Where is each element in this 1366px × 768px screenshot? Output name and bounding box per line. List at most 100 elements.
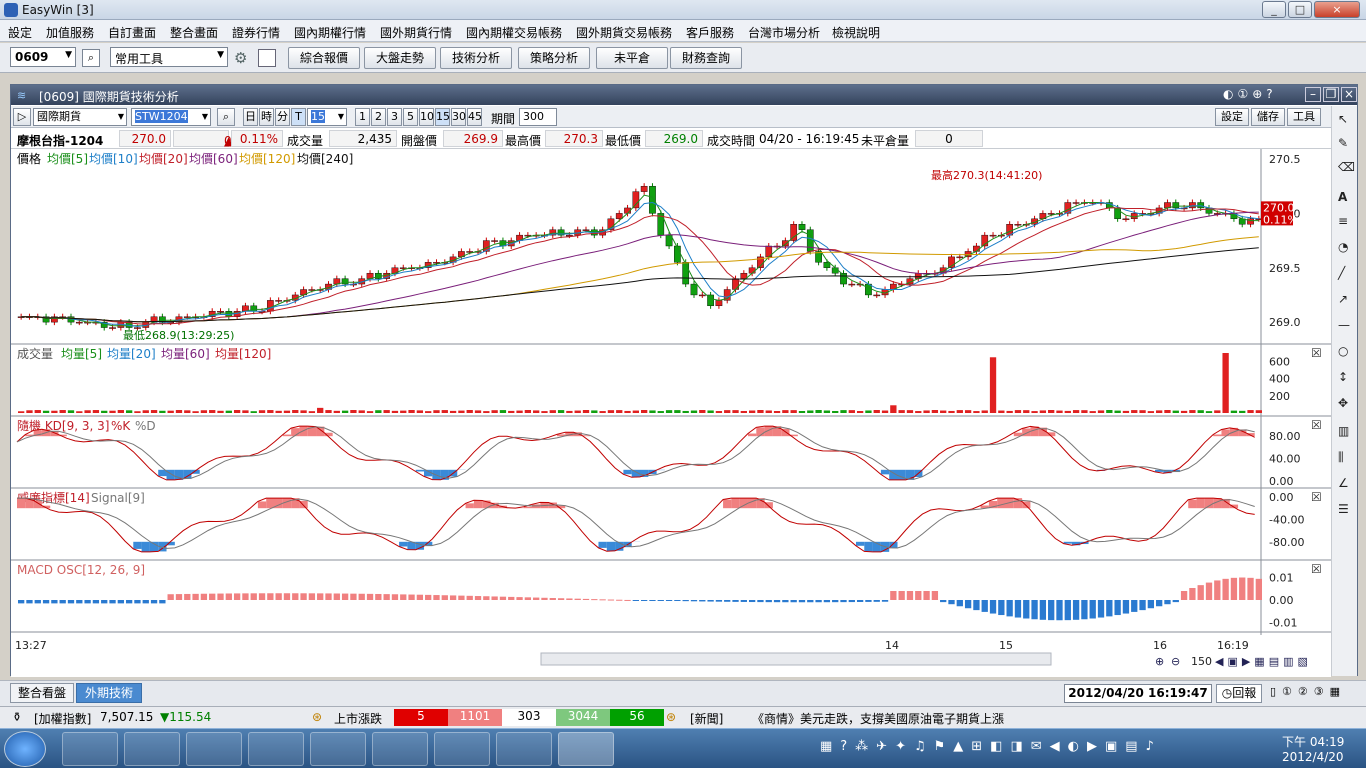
volume-bar-87	[740, 410, 747, 413]
menu-item-0[interactable]: 設定	[8, 24, 32, 41]
taskbar-excel2-icon[interactable]	[496, 732, 552, 766]
period-button-0[interactable]: 日	[243, 108, 258, 126]
chevron-down-icon[interactable]: ▼	[338, 109, 344, 125]
child-tools-icons[interactable]: ◐①⊕?	[1223, 87, 1277, 101]
cursor-icon[interactable]: ↖	[1338, 112, 1348, 126]
search-icon[interactable]: ⌕	[217, 108, 235, 126]
start-button[interactable]	[4, 731, 46, 767]
minute-button-6[interactable]: 30	[451, 108, 466, 126]
list-icon[interactable]: ☰	[1338, 502, 1349, 516]
tab-integrated[interactable]: 整合看盤	[10, 683, 74, 703]
menu-item-4[interactable]: 證券行情	[232, 24, 280, 41]
macd-bar-33	[292, 593, 299, 600]
technical-chart[interactable]: ☒☒☒☒270.5270.0269.5269.0價格均價[5]均價[10]均價[…	[11, 149, 1357, 677]
move-icon[interactable]: ✥	[1338, 396, 1348, 410]
period-button-3[interactable]: T	[291, 108, 306, 126]
chart-right-button-2[interactable]: 工具	[1287, 108, 1321, 126]
fan-icon[interactable]: ◔	[1338, 240, 1348, 254]
candle-98	[831, 267, 839, 274]
interval-select[interactable]: 15 ▼	[307, 108, 347, 126]
candle-76	[649, 185, 656, 214]
minute-button-1[interactable]: 2	[371, 108, 386, 126]
tab-foreign-tech[interactable]: 外期技術	[76, 683, 142, 703]
line-icon[interactable]: ╱	[1338, 266, 1345, 280]
taskbar-app-icon[interactable]	[124, 732, 180, 766]
toolbar-button-5[interactable]: 財務查詢	[670, 47, 742, 69]
layout-buttons[interactable]: ▯①②③▦	[1270, 685, 1364, 703]
chart-right-button-1[interactable]: 儲存	[1251, 108, 1285, 126]
columns-icon[interactable]: ⫼	[1338, 450, 1344, 465]
close-button[interactable]: ×	[1314, 1, 1360, 18]
tools-select[interactable]: 常用工具 ▼	[110, 47, 228, 67]
child-minimize-button[interactable]: –	[1305, 87, 1321, 102]
code-input[interactable]: 0609 ▼	[10, 47, 76, 67]
volume-bar-130	[1097, 410, 1105, 413]
chevron-down-icon[interactable]: ▼	[202, 109, 208, 125]
taskbar-notes-icon[interactable]	[372, 732, 428, 766]
toolbar-button-3[interactable]: 策略分析	[518, 47, 590, 69]
maximize-button[interactable]: □	[1288, 1, 1312, 18]
zoom-value: 150	[1191, 655, 1212, 668]
symbol-select[interactable]: STW1204 ▼	[131, 108, 211, 126]
menu-item-6[interactable]: 國外期貨行情	[380, 24, 452, 41]
toolbar-button-4[interactable]: 未平倉	[596, 47, 668, 69]
period-button-2[interactable]: 分	[275, 108, 290, 126]
menu-item-8[interactable]: 國外期貨交易帳務	[576, 24, 672, 41]
volume-bar-81	[690, 410, 698, 413]
minute-button-7[interactable]: 45	[467, 108, 482, 126]
eraser-icon[interactable]: ⌫	[1338, 160, 1355, 174]
taskbar-easywin-icon[interactable]	[558, 732, 614, 766]
breadth-scroll-icon[interactable]: ⊛	[666, 710, 676, 724]
volume-bar-13	[125, 410, 133, 413]
minute-button-4[interactable]: 10	[419, 108, 434, 126]
toolbar-button-0[interactable]: 綜合報價	[288, 47, 360, 69]
circle-icon[interactable]: ○	[1338, 344, 1348, 358]
toolbar-button-1[interactable]: 大盤走勢	[364, 47, 436, 69]
menu-item-9[interactable]: 客戶服務	[686, 24, 734, 41]
menu-item-10[interactable]: 台灣市場分析	[748, 24, 820, 41]
menu-item-7[interactable]: 國內期權交易帳務	[466, 24, 562, 41]
minute-button-2[interactable]: 3	[387, 108, 402, 126]
chart-right-button-0[interactable]: 設定	[1215, 108, 1249, 126]
volume-bar-74	[632, 410, 639, 413]
chevron-down-icon[interactable]: ▼	[65, 50, 72, 60]
period-button-1[interactable]: 時	[259, 108, 274, 126]
bars-icon[interactable]: ▥	[1338, 424, 1349, 438]
menu-item-2[interactable]: 自訂畫面	[108, 24, 156, 41]
chevron-down-icon[interactable]: ▼	[118, 109, 124, 125]
taskbar-explorer-icon[interactable]	[62, 732, 118, 766]
vertical-icon[interactable]: ↕	[1338, 370, 1348, 384]
text-icon[interactable]: A	[1338, 190, 1347, 204]
taskbar-excel-icon[interactable]	[186, 732, 242, 766]
window-icon[interactable]	[258, 49, 276, 67]
menu-item-11[interactable]: 檢視說明	[832, 24, 880, 41]
angle-icon[interactable]: ∠	[1338, 476, 1349, 490]
toolbar-button-2[interactable]: 技術分析	[440, 47, 512, 69]
hlines-icon[interactable]: ≡	[1338, 214, 1348, 228]
minute-button-3[interactable]: 5	[403, 108, 418, 126]
system-tray-icons[interactable]: ▦?⁂✈✦♫⚑▲⊞◧◨✉◀◐▶▣▤♪	[820, 739, 1270, 759]
play-button[interactable]: ▷	[13, 108, 31, 126]
taskbar-ie-icon[interactable]	[248, 732, 304, 766]
gear-icon[interactable]: ⚙	[234, 49, 252, 67]
taskbar-ymf-icon[interactable]	[434, 732, 490, 766]
report-button[interactable]: ◷回報	[1216, 684, 1262, 703]
child-restore-button[interactable]: ❐	[1323, 87, 1339, 102]
minute-button-0[interactable]: 1	[355, 108, 370, 126]
menu-item-5[interactable]: 國內期權行情	[294, 24, 366, 41]
period-input[interactable]: 300	[519, 108, 557, 126]
arrow-icon[interactable]: ↗	[1338, 292, 1348, 306]
pen-icon[interactable]: ✎	[1338, 136, 1348, 150]
search-icon[interactable]: ⌕	[82, 49, 100, 67]
hline-icon[interactable]: —	[1338, 318, 1350, 332]
taskbar-browser-icon[interactable]	[310, 732, 366, 766]
news-headline[interactable]: 《商情》美元走跌，支撐美國原油電子期貨上漲	[752, 710, 1004, 727]
minute-button-5[interactable]: 15	[435, 108, 450, 126]
market-select[interactable]: 國際期貨 ▼	[33, 108, 127, 126]
minimize-button[interactable]: _	[1262, 1, 1286, 18]
menu-item-3[interactable]: 整合畫面	[170, 24, 218, 41]
index-scroll-icon[interactable]: ⊛	[312, 710, 322, 724]
menu-item-1[interactable]: 加值服務	[46, 24, 94, 41]
child-close-button[interactable]: ×	[1341, 87, 1357, 102]
chevron-down-icon[interactable]: ▼	[217, 50, 224, 60]
